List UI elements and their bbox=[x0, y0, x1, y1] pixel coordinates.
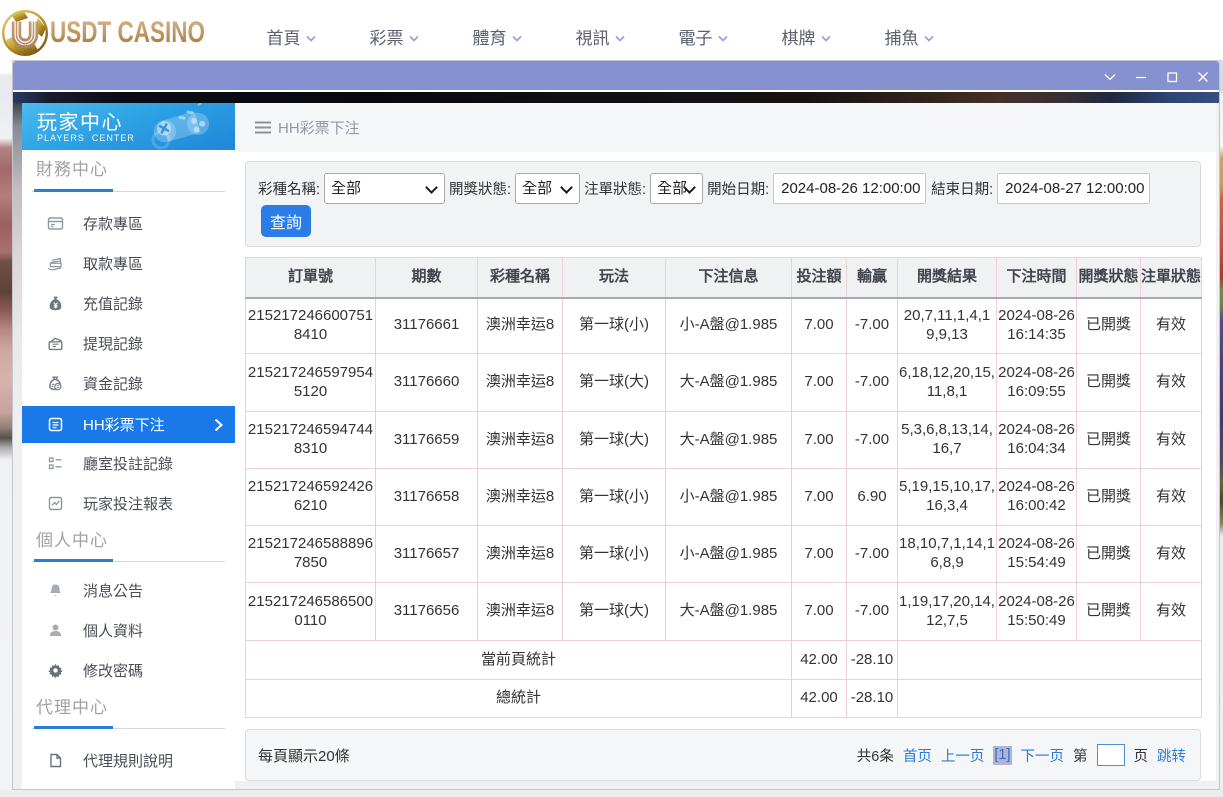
svg-text:CASINO: CASINO bbox=[15, 45, 35, 51]
